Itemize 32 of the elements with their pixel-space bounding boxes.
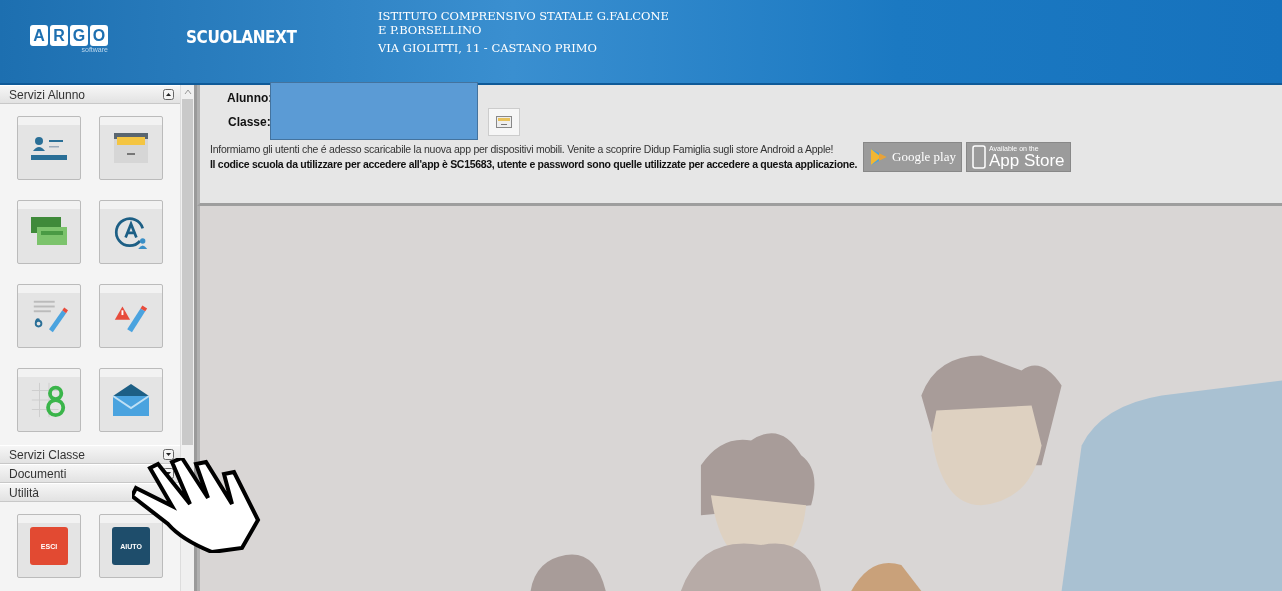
notes-tile[interactable]	[99, 284, 163, 348]
field-label: Classe:	[228, 115, 272, 129]
school-name-line: VIA GIOLITTI, 11 - CASTANO PRIMO	[378, 40, 598, 55]
section-title: Documenti	[9, 466, 67, 481]
section-title: Servizi Alunno	[9, 87, 86, 102]
scrollbar-thumb[interactable]	[182, 99, 193, 445]
calendar-grid-icon	[30, 381, 68, 419]
section-header[interactable]: Servizi Alunno	[0, 85, 180, 104]
section-title: Utilità	[9, 485, 39, 500]
class-picker-button[interactable]	[488, 108, 520, 136]
school-name-line: ISTITUTO COMPRENSIVO STATALE G.FALCONE	[378, 8, 669, 23]
expand-icon[interactable]	[163, 449, 174, 460]
student-card-tile[interactable]	[17, 116, 81, 180]
school-name-line: E P.BORSELLINO	[378, 22, 483, 37]
envelope-icon	[111, 382, 151, 418]
notice-text: Il codice scuola da utilizzare per accedere all'app è SC15683, utente e password sono quelle utilizzate per accedere a questa applicazione.	[210, 157, 858, 172]
section-header[interactable]: Servizi Classe	[0, 445, 180, 464]
messages-tile[interactable]	[99, 368, 163, 432]
collapse-icon[interactable]	[163, 89, 174, 100]
card-icon	[496, 116, 512, 128]
calendar-tile[interactable]	[17, 368, 81, 432]
section-title: Servizi Classe	[9, 447, 86, 462]
user-circle-icon	[113, 214, 149, 250]
field-label: Alunno:	[227, 91, 274, 105]
product-name: SCUOLANEXT	[186, 26, 297, 47]
folder-tile[interactable]	[99, 116, 163, 180]
grades-tile[interactable]	[17, 284, 81, 348]
notice-text: Informiamo gli utenti che é adesso scaricabile la nuova app per dispositivi mobili. Venite a scoprire Didup Famiglia sugli store Android a Apple!	[210, 142, 835, 157]
profile-tile[interactable]	[99, 200, 163, 264]
phone-icon	[971, 145, 986, 169]
payments-tile[interactable]	[17, 200, 81, 264]
drawer-icon	[111, 131, 151, 165]
